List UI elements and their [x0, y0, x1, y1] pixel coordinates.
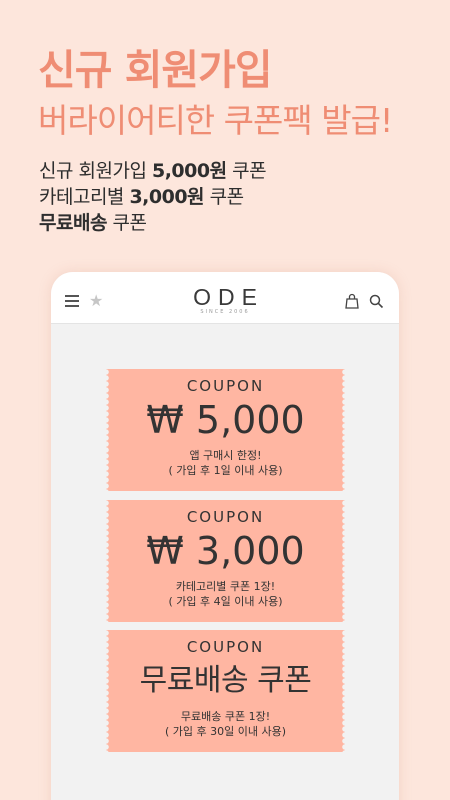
benefit-text: 쿠폰 — [106, 212, 147, 234]
app-header: ★ ODE SINCE 2006 — [51, 272, 399, 324]
benefit-list: 신규 회원가입 5,000원 쿠폰 카테고리별 3,000원 쿠폰 무료배송 쿠… — [39, 158, 267, 236]
benefit-item: 카테고리별 3,000원 쿠폰 — [39, 184, 266, 210]
coupon-amount: ₩ 3,000 — [146, 529, 305, 573]
coupon-label: COUPON — [186, 377, 265, 395]
promo-headline: 신규 회원가입 — [38, 46, 273, 94]
coupon-note: 카테고리별 쿠폰 1장! — [175, 580, 276, 593]
benefit-text: 신규 회원가입 — [39, 160, 152, 182]
promo-subhead: 버라이어티한 쿠폰팩 발급! — [38, 101, 393, 140]
coupon-condition: ( 가입 후 1일 이내 사용) — [168, 464, 283, 477]
coupon-card[interactable]: COUPON ₩ 5,000 앱 구매시 한정! ( 가입 후 1일 이내 사용… — [106, 369, 345, 491]
search-icon[interactable] — [369, 294, 384, 313]
coupon-label: COUPON — [186, 508, 265, 526]
coupon-card[interactable]: COUPON ₩ 3,000 카테고리별 쿠폰 1장! ( 가입 후 4일 이내… — [106, 500, 345, 622]
coupon-card[interactable]: COUPON 무료배송 쿠폰 무료배송 쿠폰 1장! ( 가입 후 30일 이내… — [106, 630, 345, 752]
coupon-label: COUPON — [186, 638, 265, 656]
benefit-highlight: 3,000원 — [129, 186, 205, 208]
coupon-note: 앱 구매시 한정! — [189, 449, 262, 462]
phone-mockup: ★ ODE SINCE 2006 COUPON ₩ 5,000 앱 구매시 한정… — [51, 272, 399, 800]
coupon-amount: ₩ 5,000 — [146, 398, 305, 442]
benefit-text: 쿠폰 — [204, 186, 244, 208]
bag-icon[interactable] — [345, 293, 359, 313]
benefit-highlight: 무료배송 — [39, 212, 107, 234]
coupon-condition: ( 가입 후 4일 이내 사용) — [168, 595, 283, 608]
benefit-text: 카테고리별 — [39, 186, 130, 208]
coupon-condition: ( 가입 후 30일 이내 사용) — [164, 725, 287, 738]
benefit-highlight: 5,000원 — [151, 160, 227, 182]
coupon-amount: 무료배송 쿠폰 — [139, 663, 312, 698]
benefit-text: 쿠폰 — [226, 160, 267, 182]
benefit-item: 신규 회원가입 5,000원 쿠폰 — [39, 158, 267, 184]
coupon-note: 무료배송 쿠폰 1장! — [180, 710, 271, 723]
benefit-item: 무료배송 쿠폰 — [39, 210, 266, 236]
